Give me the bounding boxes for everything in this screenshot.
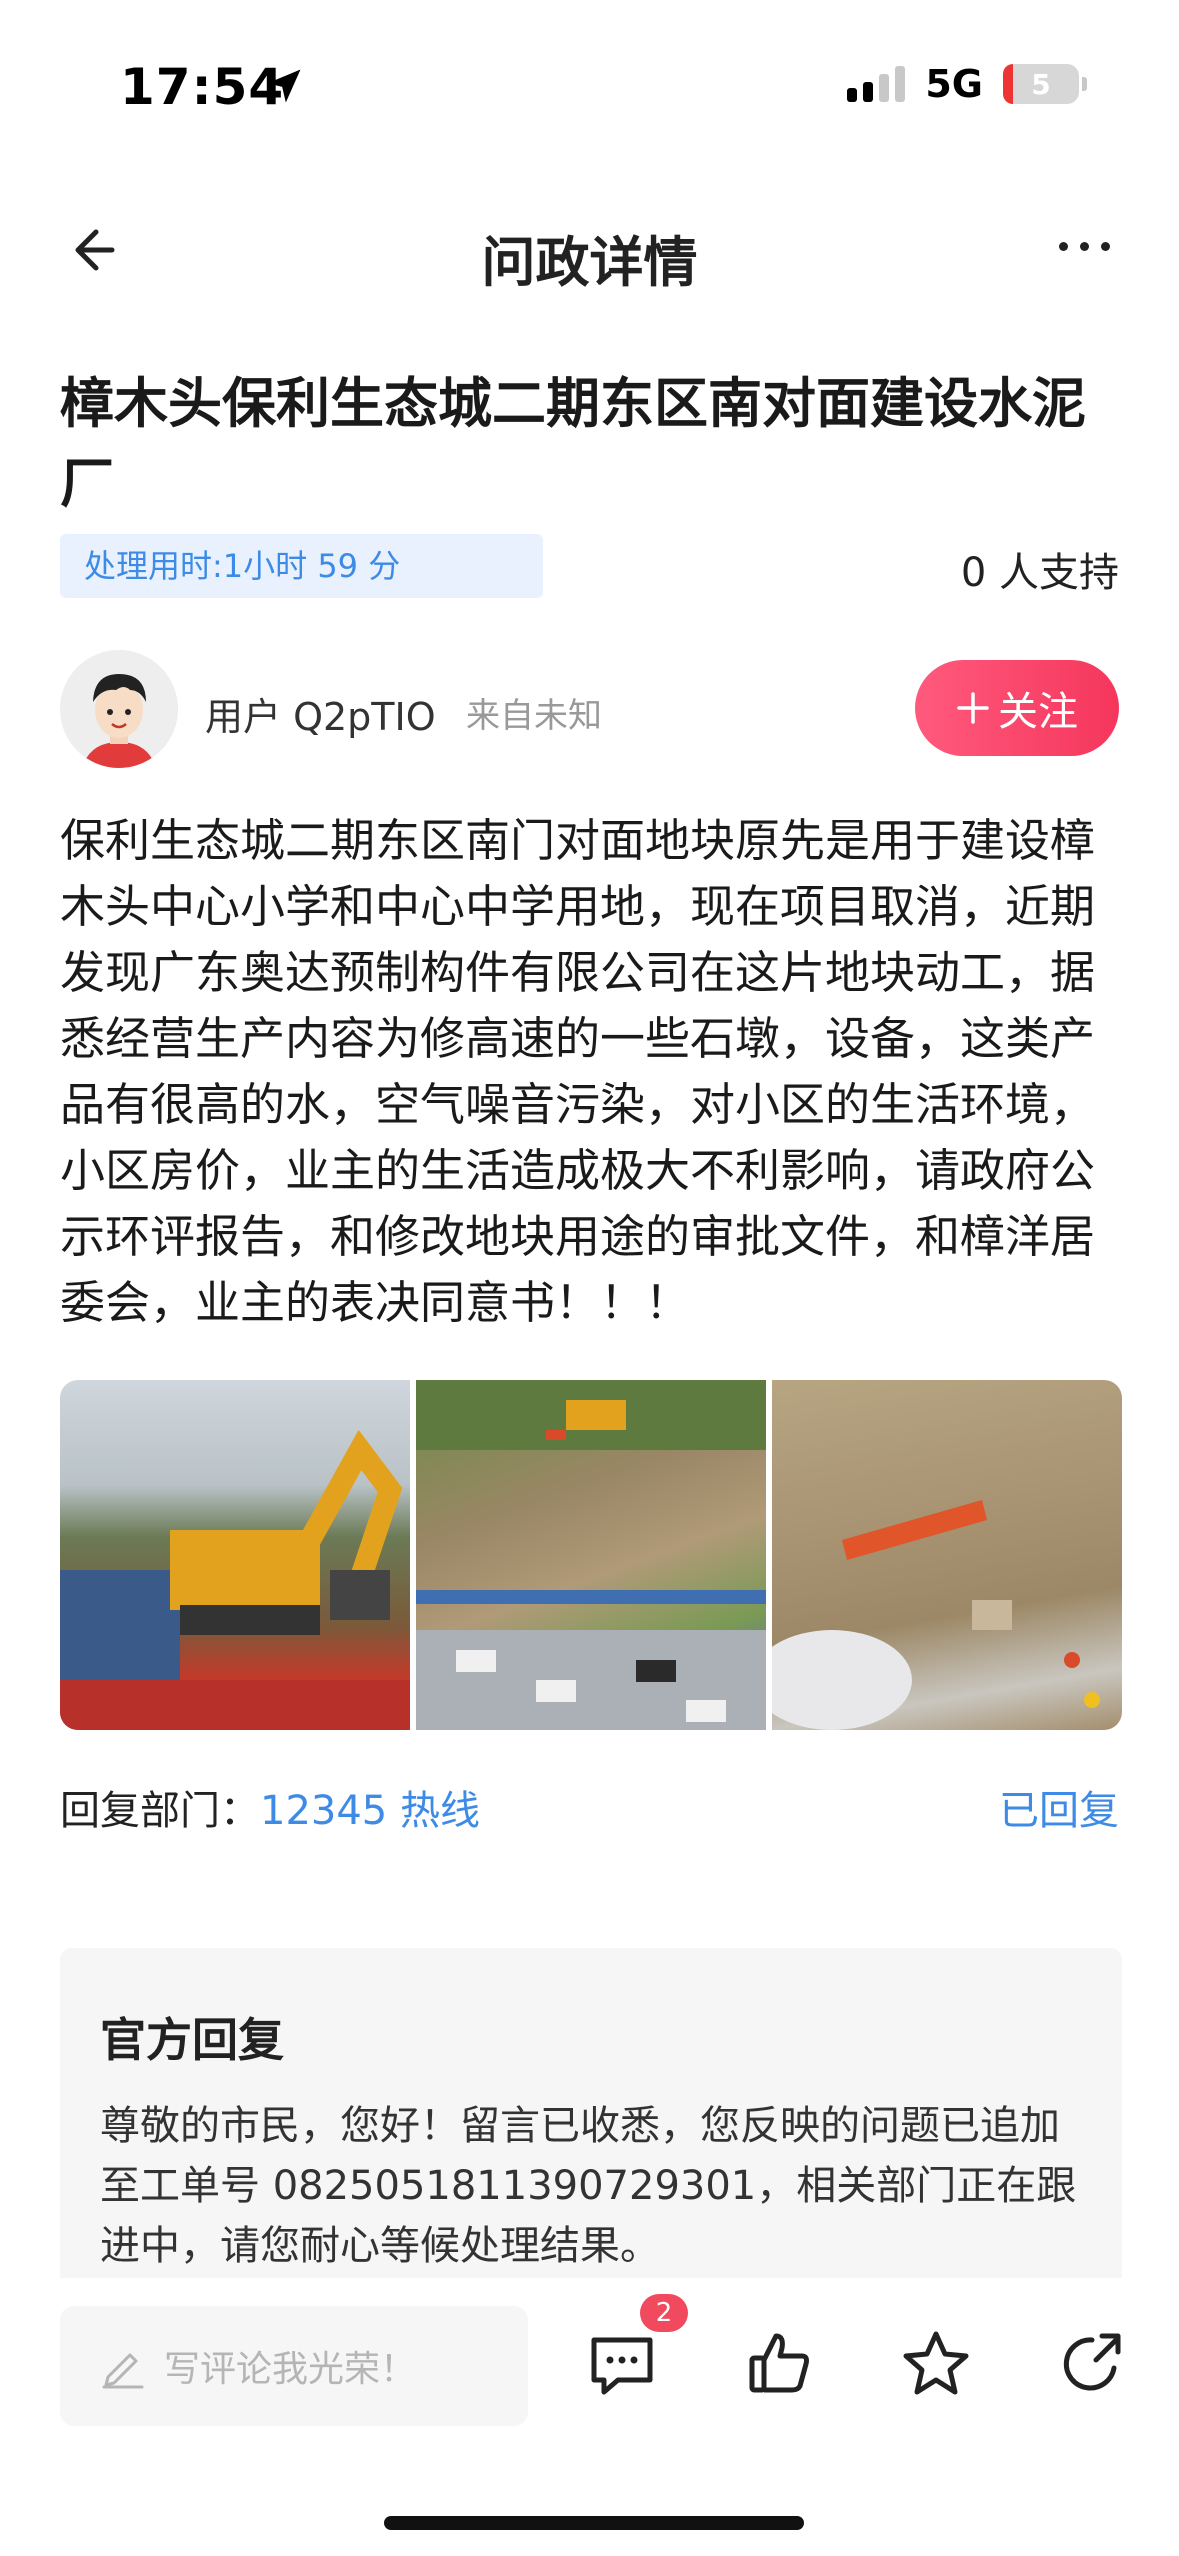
status-bar: 17:54 5G 5 — [0, 0, 1179, 170]
plus-icon — [957, 692, 989, 724]
support-count: 0 人支持 — [960, 550, 1119, 596]
nav-bar: 问政详情 — [0, 190, 1179, 310]
official-reply-card: 官方回复 尊敬的市民，您好！留言已收悉，您反映的问题已追加至工单号 082505… — [60, 1948, 1122, 2278]
comment-count-badge: 2 — [640, 2294, 688, 2332]
battery-level: 5 — [1031, 67, 1051, 101]
reply-dept-name[interactable]: 12345 热线 — [260, 1788, 480, 1834]
excavator-photo[interactable] — [60, 1380, 410, 1730]
home-indicator[interactable] — [384, 2516, 804, 2530]
image-gallery — [60, 1380, 1122, 1730]
status-time: 17:54 — [120, 58, 285, 116]
user-avatar-icon — [60, 650, 178, 768]
share-icon[interactable] — [1056, 2328, 1128, 2400]
status-indicators: 5G 5 — [847, 62, 1087, 106]
reply-dept-label: 回复部门： — [60, 1788, 260, 1834]
avatar[interactable] — [60, 650, 178, 768]
comment-icon[interactable] — [586, 2328, 658, 2400]
reply-status: 已回复 — [999, 1788, 1119, 1834]
comment-input[interactable]: 写评论我光荣！ — [60, 2306, 528, 2426]
user-name[interactable]: 用户 Q2pTIO — [205, 686, 436, 741]
location-arrow-icon — [267, 69, 301, 103]
follow-button[interactable]: 关注 — [915, 660, 1119, 756]
more-options-icon[interactable] — [1049, 226, 1119, 266]
cellular-signal-icon — [847, 66, 906, 102]
page-title: 问政详情 — [481, 231, 698, 294]
pencil-icon — [102, 2353, 144, 2389]
user-location: 来自未知 — [466, 696, 602, 736]
reply-department: 回复部门：12345 热线 — [60, 1778, 480, 1836]
official-reply-title: 官方回复 — [100, 2013, 284, 2067]
star-icon[interactable] — [900, 2328, 972, 2400]
comment-placeholder: 写评论我光荣！ — [164, 2349, 417, 2390]
post-body: 保利生态城二期东区南门对面地块原先是用于建设樟木头中心小学和中心中学用地，现在项… — [60, 814, 1096, 1329]
aerial-construction-photo[interactable] — [416, 1380, 766, 1730]
official-reply-text: 尊敬的市民，您好！留言已收悉，您反映的问题已追加至工单号 08250518113… — [100, 2103, 1077, 2269]
post-title: 樟木头保利生态城二期东区南对面建设水泥厂 — [60, 372, 1086, 515]
bottom-action-bar: 写评论我光荣！ 2 — [0, 2278, 1179, 2556]
like-thumb-icon[interactable] — [744, 2328, 816, 2400]
site-workers-photo[interactable] — [772, 1380, 1122, 1730]
battery-icon: 5 — [1003, 64, 1087, 104]
follow-label: 关注 — [998, 689, 1078, 735]
processing-time-badge: 处理用时:1小时 59 分 — [60, 534, 543, 598]
network-type: 5G — [925, 62, 983, 106]
